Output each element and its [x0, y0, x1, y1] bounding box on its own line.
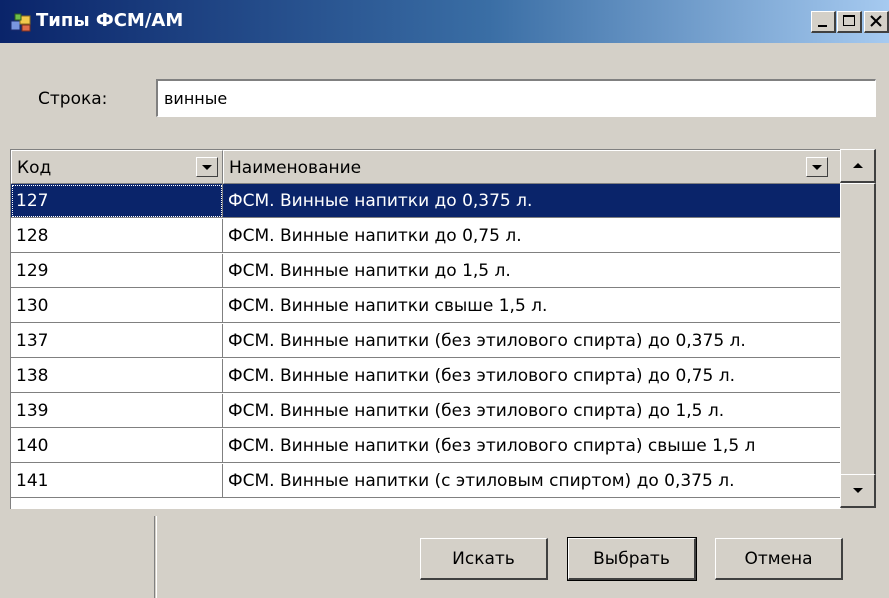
code-text: 141 [16, 471, 49, 491]
name-text: ФСМ. Винные напитки до 1,5 л. [228, 261, 511, 281]
name-cell: ФСМ. Винные напитки до 0,375 л. [223, 184, 841, 218]
code-cell: 137 [11, 324, 223, 358]
search-label: Строка: [38, 89, 108, 109]
arrow-down-icon [853, 488, 863, 493]
maximize-button[interactable] [837, 11, 862, 33]
table-row[interactable]: 138 ФСМ. Винные напитки (без этилового с… [11, 359, 841, 393]
chevron-down-icon [202, 165, 212, 170]
table-row[interactable]: 139 ФСМ. Винные напитки (без этилового с… [11, 394, 841, 428]
code-text: 129 [16, 261, 49, 281]
table-row[interactable]: 129 ФСМ. Винные напитки до 1,5 л. [11, 254, 841, 288]
name-text: ФСМ. Винные напитки (без этилового спирт… [228, 331, 746, 351]
code-text: 128 [16, 226, 49, 246]
column-header-name-label: Наименование [229, 158, 362, 178]
name-cell: ФСМ. Винные напитки свыше 1,5 л. [223, 289, 841, 323]
search-input[interactable] [156, 79, 876, 117]
search-button[interactable]: Искать [420, 538, 548, 580]
name-cell: ФСМ. Винные напитки (без этилового спирт… [223, 429, 841, 463]
select-button[interactable]: Выбрать [567, 537, 697, 581]
table-row[interactable]: 137 ФСМ. Винные напитки (без этилового с… [11, 324, 841, 358]
code-text: 139 [16, 401, 49, 421]
code-text: 140 [16, 436, 49, 456]
chevron-down-icon [812, 165, 822, 170]
types-grid: Код Наименование 127 ФСМ. Винные напитки… [10, 149, 841, 509]
name-text: ФСМ. Винные напитки (с этиловым спиртом)… [228, 471, 735, 491]
table-row[interactable]: 128 ФСМ. Винные напитки до 0,75 л. [11, 219, 841, 253]
minimize-button[interactable] [811, 11, 836, 33]
column-header-code-label: Код [17, 158, 52, 178]
code-text: 137 [16, 331, 49, 351]
table-row[interactable]: 141 ФСМ. Винные напитки (с этиловым спир… [11, 464, 841, 498]
close-button[interactable] [864, 11, 889, 33]
vertical-scrollbar[interactable] [840, 149, 876, 508]
search-panel: Строка: [0, 43, 889, 149]
name-text: ФСМ. Винные напитки (без этилового спирт… [228, 401, 725, 421]
button-panel: Искать Выбрать Отмена [0, 516, 889, 598]
scroll-up-button[interactable] [840, 149, 876, 183]
name-cell: ФСМ. Винные напитки (с этиловым спиртом)… [223, 464, 841, 498]
name-text: ФСМ. Винные напитки до 0,375 л. [228, 191, 533, 211]
name-text: ФСМ. Винные напитки до 0,75 л. [228, 226, 522, 246]
code-cell: 127 [11, 184, 223, 218]
name-text: ФСМ. Винные напитки (без этилового спирт… [228, 436, 756, 456]
code-filter-dropdown[interactable] [196, 157, 218, 177]
name-text: ФСМ. Винные напитки свыше 1,5 л. [228, 296, 548, 316]
column-header-name[interactable]: Наименование [223, 150, 841, 184]
code-cell: 130 [11, 289, 223, 323]
arrow-up-icon [853, 163, 863, 168]
panel-divider [156, 516, 157, 598]
code-cell: 128 [11, 219, 223, 253]
scroll-thumb[interactable] [840, 183, 876, 499]
table-row[interactable]: 127 ФСМ. Винные напитки до 0,375 л. [11, 184, 841, 218]
name-cell: ФСМ. Винные напитки (без этилового спирт… [223, 359, 841, 393]
code-cell: 139 [11, 394, 223, 428]
app-icon [10, 13, 31, 32]
code-cell: 138 [11, 359, 223, 393]
maximize-icon [843, 15, 855, 26]
code-cell: 140 [11, 429, 223, 463]
name-filter-dropdown[interactable] [806, 157, 828, 177]
title-bar[interactable]: Типы ФСМ/АМ [0, 0, 889, 43]
name-cell: ФСМ. Винные напитки (без этилового спирт… [223, 394, 841, 428]
table-row[interactable]: 140 ФСМ. Винные напитки (без этилового с… [11, 429, 841, 463]
minimize-icon [818, 25, 827, 27]
code-text: 130 [16, 296, 49, 316]
column-header-code[interactable]: Код [11, 150, 223, 184]
name-cell: ФСМ. Винные напитки до 0,75 л. [223, 219, 841, 253]
table-row[interactable]: 130 ФСМ. Винные напитки свыше 1,5 л. [11, 289, 841, 323]
code-text: 127 [16, 191, 49, 211]
cancel-button[interactable]: Отмена [715, 538, 843, 580]
dialog-window: Типы ФСМ/АМ Строка: Код [0, 0, 889, 598]
name-text: ФСМ. Винные напитки (без этилового спирт… [228, 366, 735, 386]
status-panel [0, 516, 155, 598]
scroll-down-button[interactable] [840, 474, 876, 508]
code-text: 138 [16, 366, 49, 386]
code-cell: 141 [11, 464, 223, 498]
code-cell: 129 [11, 254, 223, 288]
close-icon [870, 15, 882, 27]
window-title: Типы ФСМ/АМ [36, 10, 184, 31]
name-cell: ФСМ. Винные напитки до 1,5 л. [223, 254, 841, 288]
name-cell: ФСМ. Винные напитки (без этилового спирт… [223, 324, 841, 358]
